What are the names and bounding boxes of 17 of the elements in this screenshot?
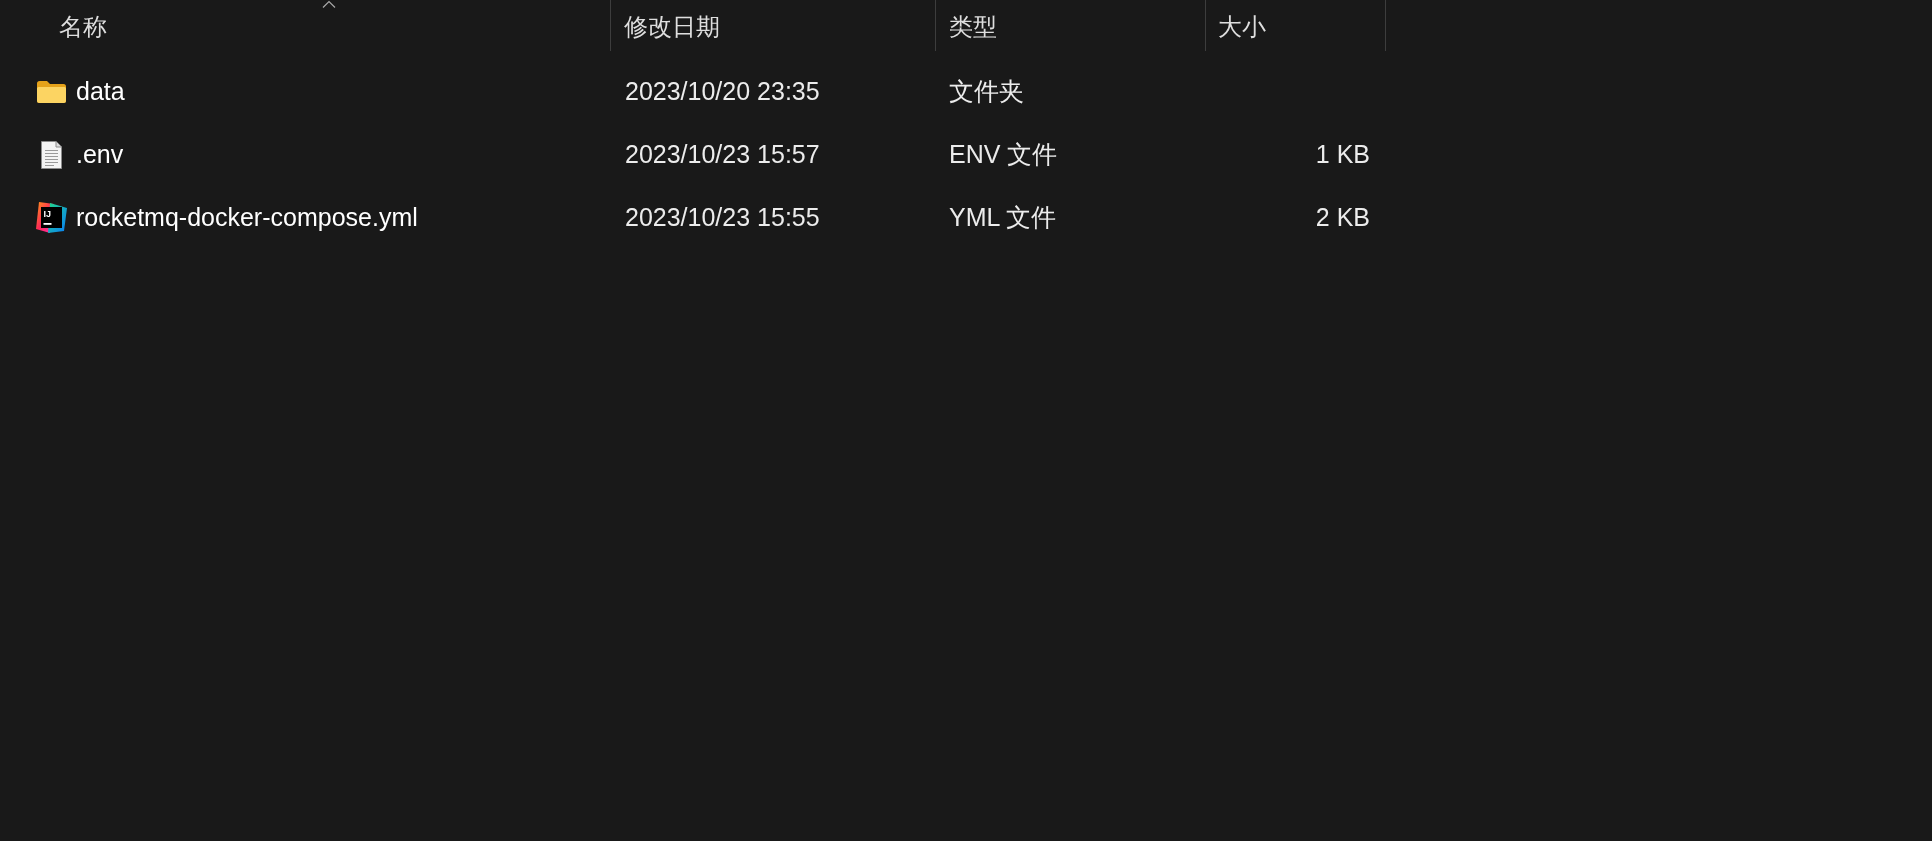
modified-date: 2023/10/23 15:57: [625, 140, 820, 169]
file-type: ENV 文件: [949, 139, 1058, 170]
folder-icon: [37, 80, 66, 103]
file-size: 2 KB: [1315, 203, 1370, 232]
file-size: 1 KB: [1315, 140, 1370, 169]
modified-date: 2023/10/23 15:55: [625, 203, 820, 232]
file-name[interactable]: rocketmq-docker-compose.yml: [76, 203, 418, 232]
document-icon: [41, 140, 62, 169]
modified-date: 2023/10/20 23:35: [625, 77, 820, 106]
file-type: YML 文件: [949, 202, 1057, 233]
file-name[interactable]: data: [76, 77, 125, 106]
column-header[interactable]: 名称: [0, 0, 611, 51]
file-type: 文件夹: [949, 76, 1024, 107]
column-header[interactable]: 类型: [936, 0, 1206, 51]
column-header[interactable]: 大小: [1206, 0, 1386, 51]
file-name[interactable]: .env: [76, 140, 124, 169]
column-header[interactable]: 修改日期: [611, 0, 936, 51]
